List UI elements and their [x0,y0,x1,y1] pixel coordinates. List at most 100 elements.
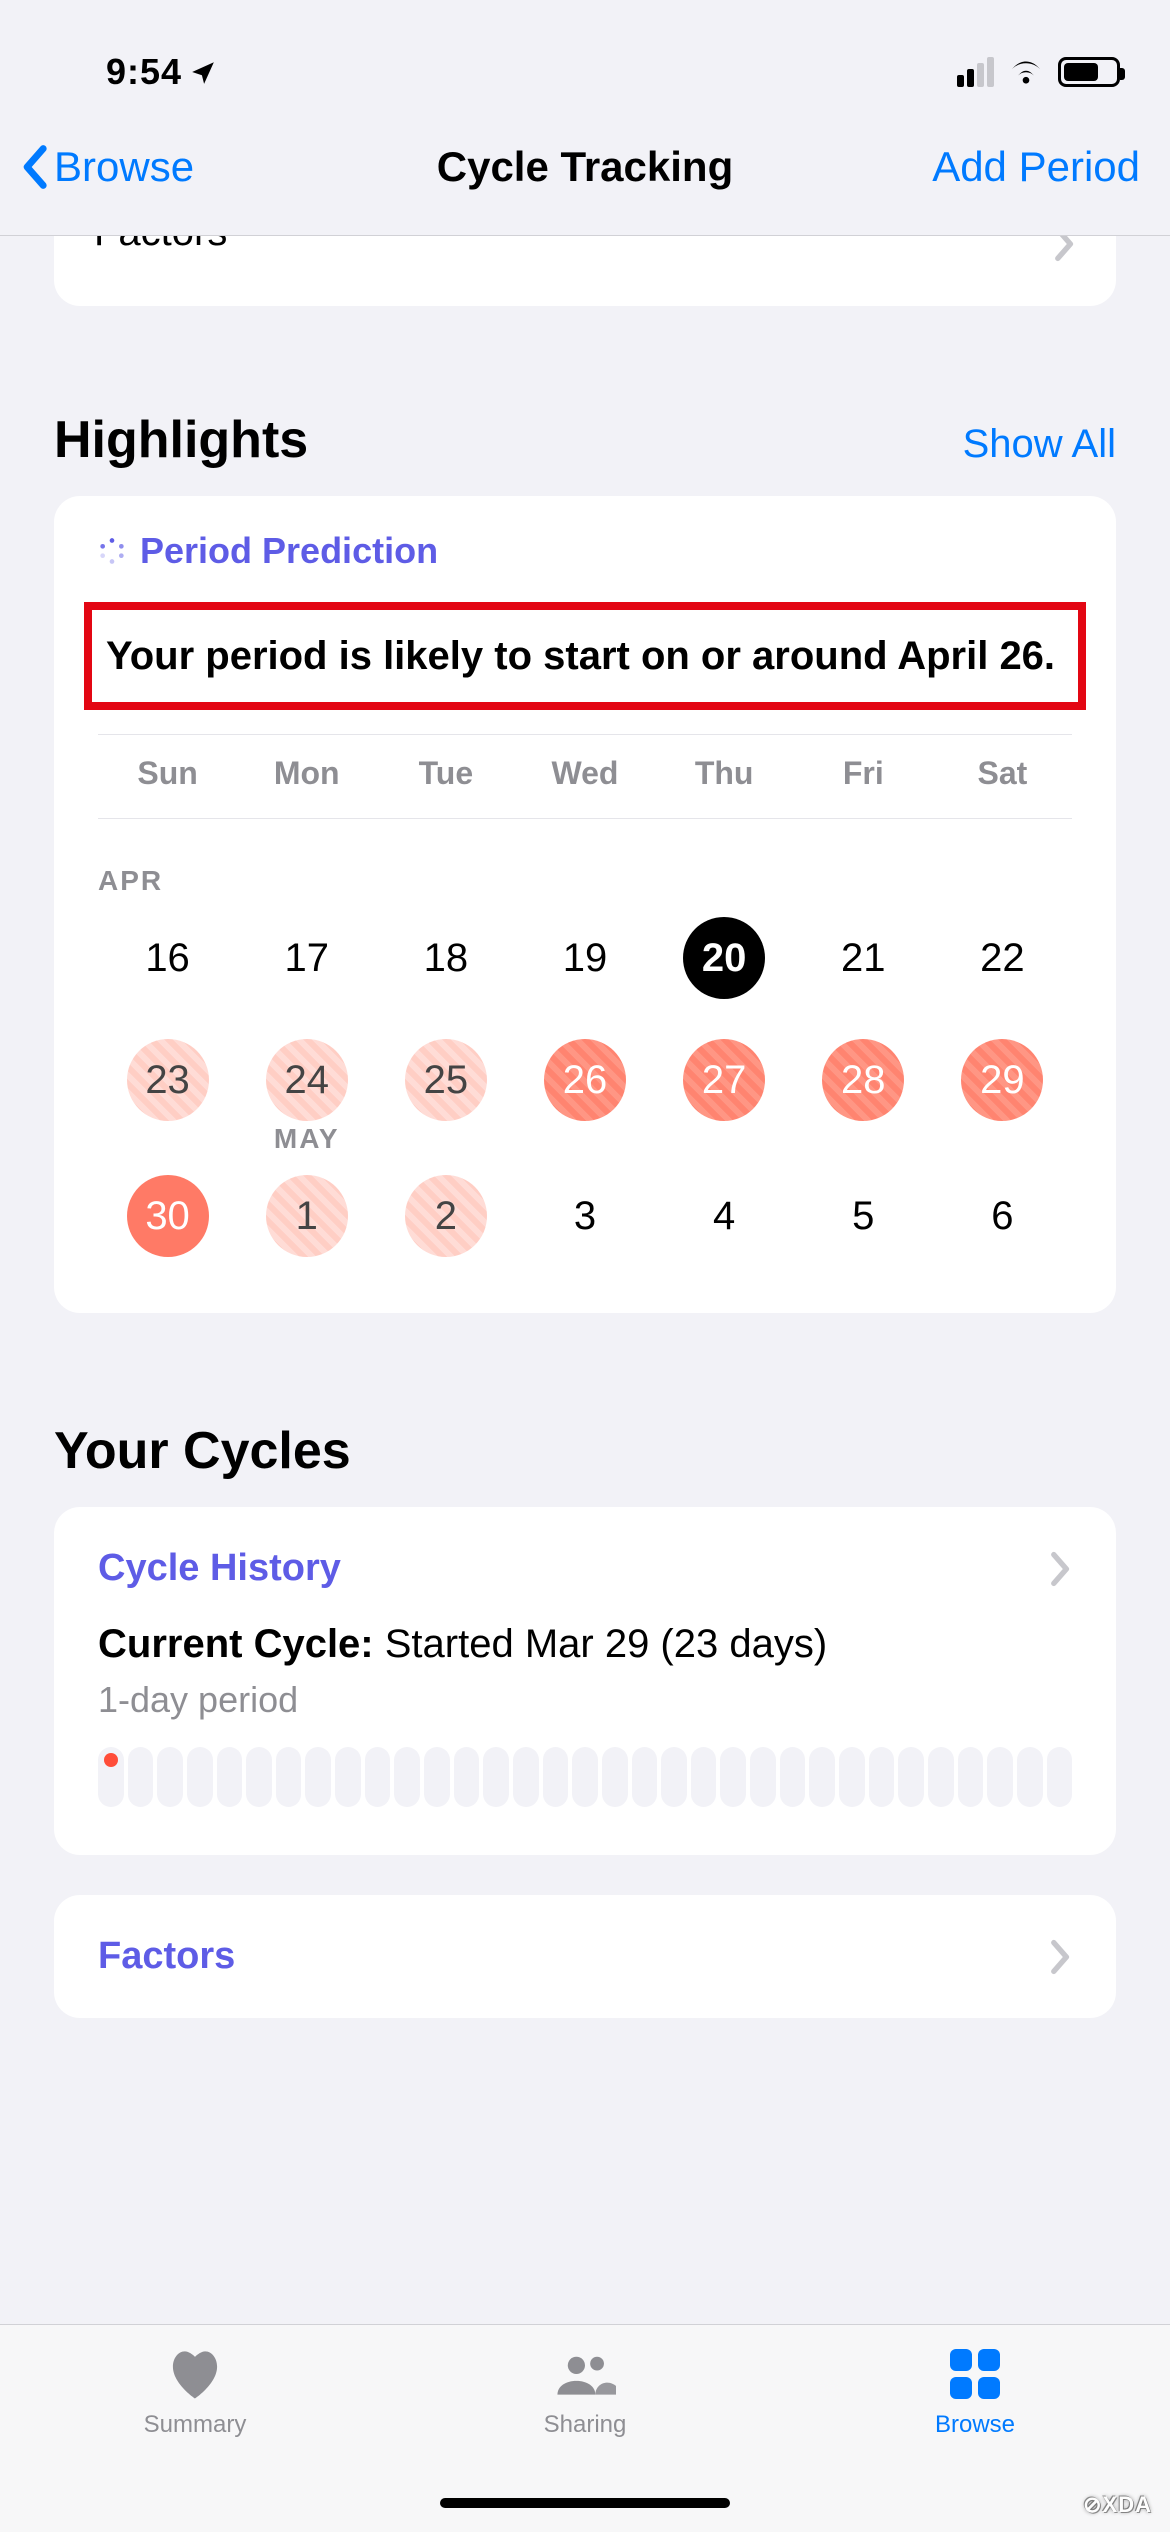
cycle-day-pill [780,1747,806,1807]
current-cycle-line: Current Cycle: Started Mar 29 (23 days) [98,1622,1072,1667]
day-25[interactable]: 25 [376,1037,515,1123]
annotation-highlight-box: Your period is likely to start on or aro… [84,602,1086,710]
day-3[interactable]: 3 [515,1173,654,1259]
wifi-icon [1008,56,1044,89]
chevron-left-icon [20,144,48,190]
day-17[interactable]: 17 [237,915,376,1001]
day-30[interactable]: 30 [98,1173,237,1259]
day-28[interactable]: 28 [794,1037,933,1123]
day-1[interactable]: MAY 1 [237,1173,376,1259]
cycle-day-pill [128,1747,154,1807]
weekday-mon: Mon [237,755,376,792]
cycle-day-pill [958,1747,984,1807]
clipped-card-factors[interactable]: Factors [54,236,1116,306]
cycle-day-pill [483,1747,509,1807]
divider [98,818,1072,819]
watermark: ⊘XDA [1083,2492,1152,2518]
cycle-day-pill [335,1747,361,1807]
weekday-thu: Thu [655,755,794,792]
your-cycles-section: Your Cycles Cycle History Current Cycle:… [0,1421,1170,2018]
calendar-row: 30 MAY 1 2 3 4 5 6 [98,1173,1072,1259]
clipped-card-label: Factors [94,236,227,255]
prediction-icon [98,537,126,565]
time-text: 9:54 [106,51,182,93]
add-period-button[interactable]: Add Period [932,143,1140,191]
day-27[interactable]: 27 [655,1037,794,1123]
cycle-day-pill [365,1747,391,1807]
cycle-history-card[interactable]: Cycle History Current Cycle: Started Mar… [54,1507,1116,1855]
status-icons [957,56,1120,89]
day-23[interactable]: 23 [98,1037,237,1123]
cycle-day-pill [394,1747,420,1807]
home-indicator[interactable] [440,2498,730,2508]
cycle-day-pill [632,1747,658,1807]
your-cycles-title: Your Cycles [54,1421,1116,1481]
weekday-row: Sun Mon Tue Wed Thu Fri Sat [98,755,1072,792]
highlights-title: Highlights [54,410,308,470]
cycle-day-pill [513,1747,539,1807]
chevron-right-icon [1050,1551,1072,1587]
cycle-day-pill [987,1747,1013,1807]
cycle-day-pill [869,1747,895,1807]
cycle-day-pill [720,1747,746,1807]
highlights-section: Highlights Show All Period Prediction Yo… [0,410,1170,1313]
cycle-day-pill [246,1747,272,1807]
status-bar: 9:54 [0,0,1170,120]
day-5[interactable]: 5 [794,1173,933,1259]
mini-calendar: Sun Mon Tue Wed Thu Fri Sat APR 16 17 18… [54,735,1116,1259]
grid-icon [944,2347,1006,2401]
cycle-day-pill [928,1747,954,1807]
heart-icon [164,2347,226,2401]
nav-header: Browse Cycle Tracking Add Period [0,120,1170,236]
cycle-strip [98,1747,1072,1807]
weekday-sat: Sat [933,755,1072,792]
period-prediction-card[interactable]: Period Prediction Your period is likely … [54,496,1116,1313]
month-label-apr: APR [98,865,1072,897]
day-26[interactable]: 26 [515,1037,654,1123]
cycle-day-pill [809,1747,835,1807]
weekday-tue: Tue [376,755,515,792]
prediction-header: Period Prediction [98,530,1072,572]
tab-label: Browse [935,2411,1015,2439]
cycle-day-pill [424,1747,450,1807]
day-24[interactable]: 24 [237,1037,376,1123]
prediction-text: Your period is likely to start on or aro… [96,630,1074,682]
day-6[interactable]: 6 [933,1173,1072,1259]
show-all-link[interactable]: Show All [963,422,1116,467]
cycle-day-pill [98,1747,124,1807]
cycle-day-pill [898,1747,924,1807]
highlights-header: Highlights Show All [54,410,1116,470]
day-16[interactable]: 16 [98,915,237,1001]
location-icon [190,59,216,85]
day-2[interactable]: 2 [376,1173,515,1259]
cycle-day-pill [839,1747,865,1807]
factors-label: Factors [98,1935,235,1978]
day-4[interactable]: 4 [655,1173,794,1259]
weekday-sun: Sun [98,755,237,792]
day-29[interactable]: 29 [933,1037,1072,1123]
day-21[interactable]: 21 [794,915,933,1001]
back-button[interactable]: Browse [20,143,194,191]
day-19[interactable]: 19 [515,915,654,1001]
tab-bar: Summary Sharing Browse [0,2324,1170,2532]
chevron-right-icon [1050,1939,1072,1975]
cycle-day-pill [1017,1747,1043,1807]
cycle-day-pill [187,1747,213,1807]
status-time: 9:54 [106,51,216,93]
cycle-day-pill [691,1747,717,1807]
cycle-day-pill [305,1747,331,1807]
calendar-row: 16 17 18 19 20 21 22 [98,915,1072,1001]
tab-summary[interactable]: Summary [0,2325,390,2532]
tab-label: Summary [144,2411,247,2439]
day-18[interactable]: 18 [376,915,515,1001]
day-22[interactable]: 22 [933,915,1072,1001]
chevron-right-icon [1054,236,1076,262]
factors-card[interactable]: Factors [54,1895,1116,2018]
cycle-day-pill [661,1747,687,1807]
cycle-history-label: Cycle History [98,1547,341,1590]
tab-label: Sharing [544,2411,627,2439]
cycle-day-pill [276,1747,302,1807]
cycle-day-pill [602,1747,628,1807]
day-20-today[interactable]: 20 [655,915,794,1001]
cycle-day-pill [750,1747,776,1807]
